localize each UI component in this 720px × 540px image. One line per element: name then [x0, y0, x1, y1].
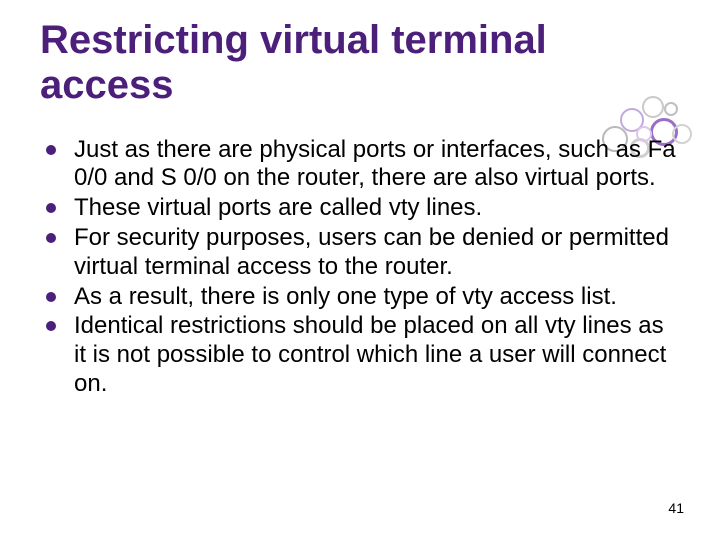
- bullet-icon: [46, 321, 56, 331]
- list-item: Identical restrictions should be placed …: [40, 312, 680, 398]
- list-item: Just as there are physical ports or inte…: [40, 136, 680, 194]
- slide: Restricting virtual terminal access Just…: [0, 0, 720, 540]
- bullet-text: Identical restrictions should be placed …: [74, 312, 666, 397]
- list-item: As a result, there is only one type of v…: [40, 283, 680, 312]
- bullet-icon: [46, 292, 56, 302]
- bullet-icon: [46, 203, 56, 213]
- bullet-text: For security purposes, users can be deni…: [74, 224, 669, 280]
- list-item: For security purposes, users can be deni…: [40, 224, 680, 282]
- list-item: These virtual ports are called vty lines…: [40, 194, 680, 223]
- bullet-icon: [46, 145, 56, 155]
- slide-body: Just as there are physical ports or inte…: [40, 136, 680, 399]
- circle-icon: [620, 108, 644, 132]
- bullet-icon: [46, 233, 56, 243]
- bullet-text: Just as there are physical ports or inte…: [74, 136, 676, 192]
- slide-title: Restricting virtual terminal access: [40, 18, 680, 108]
- bullet-text: These virtual ports are called vty lines…: [74, 194, 482, 221]
- bullet-text: As a result, there is only one type of v…: [74, 283, 617, 310]
- bullet-list: Just as there are physical ports or inte…: [40, 136, 680, 399]
- page-number: 41: [668, 500, 684, 516]
